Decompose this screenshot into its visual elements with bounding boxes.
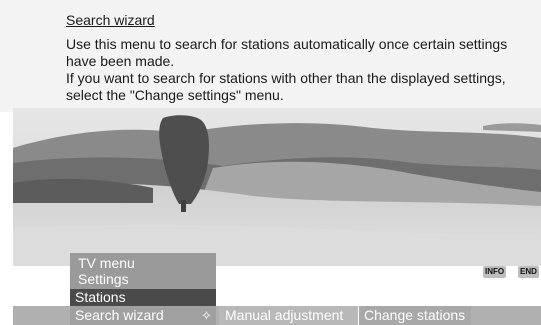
tv-screen: Search wizard Use this menu to search fo… (0, 0, 541, 325)
info-key-hint[interactable]: INFO (483, 266, 507, 278)
submenu-item-label: Change stations (364, 307, 466, 323)
submenu-item-search-wizard[interactable]: Search wizard ✧ (70, 306, 216, 325)
help-text: Use this menu to search for stations aut… (66, 36, 536, 104)
submenu-item-label: Search wizard (75, 307, 164, 323)
end-key-hint[interactable]: END (518, 266, 539, 278)
submenu-bar: Search wizard ✧ Manual adjustment Change… (13, 306, 541, 325)
tv-picture (13, 108, 541, 266)
help-line: Use this menu to search for stations aut… (66, 36, 508, 69)
menu-item-stations[interactable]: Stations (70, 289, 216, 306)
submenu-item-label: Manual adjustment (225, 307, 344, 323)
navigation-arrows-icon: ✧ (201, 308, 212, 323)
tv-menu-panel: TV menu Settings (70, 253, 216, 289)
help-line: If you want to search for stations with … (66, 70, 506, 103)
help-title: Search wizard (66, 12, 155, 28)
menu-item-stations-label: Stations (75, 289, 126, 305)
submenu-item-manual-adjustment[interactable]: Manual adjustment (219, 306, 359, 325)
help-panel: Search wizard Use this menu to search fo… (0, 0, 541, 112)
menu-item-settings[interactable]: Settings (78, 271, 129, 287)
tv-menu-title: TV menu (78, 255, 135, 271)
submenu-item-change-stations[interactable]: Change stations (358, 306, 471, 325)
